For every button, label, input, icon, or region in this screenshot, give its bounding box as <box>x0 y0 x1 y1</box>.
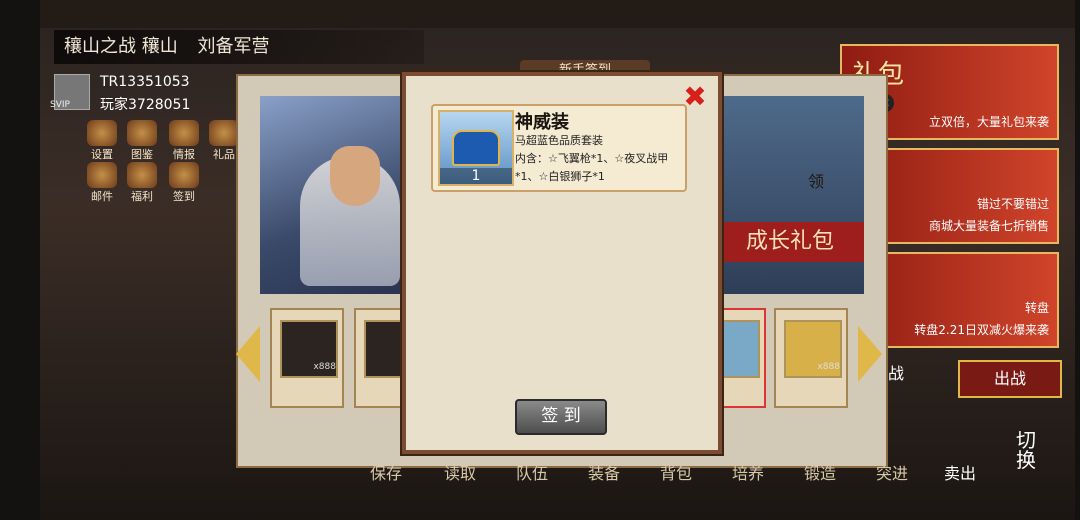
top-bar <box>40 0 1075 28</box>
menu-welfare[interactable]: 福利 <box>124 162 160 203</box>
welfare-icon <box>127 162 157 188</box>
menu-checkin[interactable]: 签到 <box>166 162 202 203</box>
tab-load[interactable]: 读取 <box>444 460 476 484</box>
tab-equipment[interactable]: 装备 <box>588 460 620 484</box>
tab-bag[interactable]: 背包 <box>660 460 692 484</box>
item-count: 1 <box>440 168 512 184</box>
location-bar: 穰山之战 穰山 刘备军营 <box>54 30 424 64</box>
player-id: TR13351053 <box>100 74 190 90</box>
sell-button[interactable]: 卖出 <box>944 460 976 494</box>
prev-arrow-icon[interactable] <box>236 326 260 382</box>
location-map: 穰山之战 穰山 <box>64 36 178 57</box>
item-subtitle: 马超蓝色品质套装 <box>515 134 603 147</box>
next-arrow-icon[interactable] <box>858 326 882 382</box>
menu-settings[interactable]: 设置 <box>84 120 120 161</box>
hero-portrait <box>260 96 408 294</box>
item-description: 内含：☆飞翼枪*1、☆夜叉战甲*1、☆白银狮子*1 <box>515 152 669 183</box>
menu-atlas[interactable]: 图鉴 <box>124 120 160 161</box>
reward-card[interactable]: x888 <box>774 308 848 408</box>
checkin-button[interactable]: 签 到 <box>515 399 607 435</box>
switch-button[interactable]: 切换 <box>1016 430 1046 494</box>
tab-advance[interactable]: 突进 <box>876 460 908 484</box>
menu-mail[interactable]: 邮件 <box>84 162 120 203</box>
tab-forge[interactable]: 锻造 <box>804 460 836 484</box>
treasure-chest-icon: 1 <box>438 110 514 186</box>
menu-intel[interactable]: 情报 <box>166 120 202 161</box>
player-name: 玩家3728051 <box>100 97 191 113</box>
item-name: 神威装 <box>515 112 569 133</box>
tab-train[interactable]: 培养 <box>732 460 764 484</box>
reward-card[interactable]: x888 <box>270 308 344 408</box>
battle-button[interactable]: 出战 <box>958 360 1062 398</box>
promo-ribbon: 成长礼包 <box>716 222 864 262</box>
checkin-icon <box>169 162 199 188</box>
settings-icon <box>87 120 117 146</box>
tab-save[interactable]: 保存 <box>370 460 402 484</box>
bottom-tab-bar: 保存 读取 队伍 装备 背包 培养 锻造 突进 <box>230 460 920 484</box>
gift-icon <box>209 120 239 146</box>
intel-icon <box>169 120 199 146</box>
location-camp: 刘备军营 <box>197 36 270 57</box>
tab-team[interactable]: 队伍 <box>516 460 548 484</box>
growth-pack-promo[interactable]: 领 成长礼包 <box>716 96 864 294</box>
atlas-icon <box>127 120 157 146</box>
vip-badge: SVIP <box>50 100 70 110</box>
player-profile[interactable]: SVIP TR13351053 玩家3728051 <box>50 72 220 113</box>
mail-icon <box>87 162 117 188</box>
